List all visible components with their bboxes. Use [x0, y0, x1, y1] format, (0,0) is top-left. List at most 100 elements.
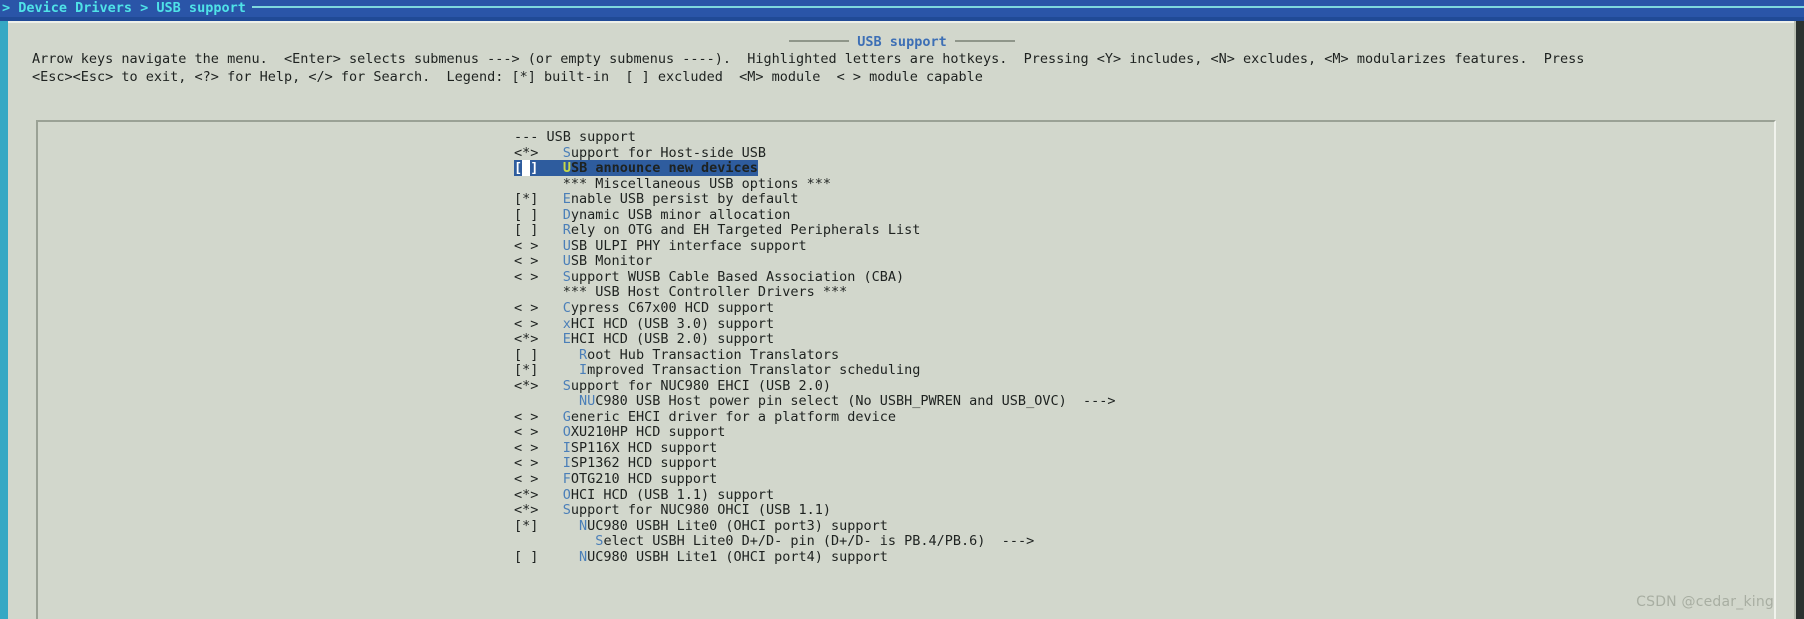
menu-item[interactable]: < > xHCI HCD (USB 3.0) support — [38, 315, 1774, 333]
menu-item-label: SB ULPI PHY interface support — [570, 237, 807, 254]
menu-item[interactable]: *** Miscellaneous USB options *** — [38, 176, 1774, 193]
menu-item-label: OTG210 HCD support — [570, 471, 718, 488]
menu-item[interactable]: < > FOTG210 HCD support — [38, 471, 1774, 488]
menu-item[interactable]: [ ] Dynamic USB minor allocation — [38, 206, 1774, 224]
menu-item[interactable]: < > Generic EHCI driver for a platform d… — [38, 408, 1774, 426]
menu-item-marker: < > — [514, 237, 539, 254]
menu-item-marker: < > — [514, 471, 539, 488]
menu-item[interactable]: [*] Enable USB persist by default — [38, 191, 1774, 208]
menu-item[interactable]: Select USBH Lite0 D+/D- pin (D+/D- is PB… — [38, 533, 1774, 550]
menu-item-hotkey: I — [562, 455, 571, 472]
menu-item-indent — [538, 471, 562, 487]
menu-box[interactable]: --- USB support <*> Support for Host-side… — [36, 120, 1776, 619]
menu-item-label: HCI HCD (USB 3.0) support — [570, 315, 775, 332]
menu-item[interactable]: [ ] Root Hub Transaction Translators — [38, 347, 1774, 364]
menu-item[interactable]: < > USB ULPI PHY interface support — [38, 237, 1774, 255]
menu-item-hotkey: N — [579, 517, 588, 534]
dialog-title-rule-left — [789, 39, 850, 42]
menu-item-hotkey: D — [562, 206, 571, 223]
help-line-2: <Esc><Esc> to exit, <?> for Help, </> fo… — [32, 68, 983, 85]
menu-item[interactable]: NUC980 USB Host power pin select (No USB… — [38, 394, 1774, 410]
menu-item-marker: --- — [514, 129, 547, 145]
menu-item-hotkey: I — [562, 439, 571, 456]
menu-item-highlight: [ ] USB announce new devices — [514, 160, 758, 177]
menu-item[interactable]: < > ISP116X HCD support — [38, 439, 1774, 457]
menu-item-marker: <*> — [514, 144, 539, 161]
menu-item-hotkey: G — [562, 408, 571, 425]
menu-item-marker: < > — [514, 424, 539, 441]
menu-item[interactable]: < > USB Monitor — [38, 254, 1774, 270]
menu-item-indent — [538, 176, 562, 192]
menu-item-indent — [538, 440, 562, 456]
menu-item-hotkey: U — [562, 160, 571, 177]
menu-item[interactable]: <*> Support for Host-side USB — [38, 144, 1774, 162]
menu-item-indent — [538, 533, 595, 549]
menu-item[interactable]: <*> OHCI HCD (USB 1.1) support — [38, 487, 1774, 504]
menu-item-indent — [538, 300, 562, 316]
menu-item-indent — [538, 409, 562, 425]
menu-item-hotkey: E — [562, 191, 571, 208]
menuconfig-screen: > Device Drivers > USB support USB suppo… — [0, 0, 1804, 619]
menu-item-hotkey: S — [562, 502, 571, 519]
menu-item[interactable]: [*] NUC980 USBH Lite0 (OHCI port3) suppo… — [38, 517, 1774, 535]
menu-item-hotkey: S — [562, 144, 571, 161]
menu-item[interactable]: [ ] Rely on OTG and EH Targeted Peripher… — [38, 223, 1774, 239]
menu-item-hotkey: x — [562, 315, 571, 332]
menu-item-marker: < > — [514, 315, 539, 332]
menu-item-marker: <*> — [514, 331, 539, 348]
menu-item-label: C980 USB Host power pin select (No USBH_… — [595, 393, 1116, 410]
menu-item[interactable]: <*> Support for NUC980 EHCI (USB 2.0) — [38, 378, 1774, 395]
titlebar-rule — [251, 5, 1804, 8]
menu-item-indent — [538, 378, 562, 394]
menu-item-label: nable USB persist by default — [570, 191, 799, 208]
menu-item-indent — [538, 316, 562, 332]
menu-item-marker: [ ] — [514, 548, 539, 565]
menu-item-label: *** USB Host Controller Drivers *** — [562, 284, 848, 301]
menu-item-indent — [538, 238, 562, 254]
menu-item-label: upport for NUC980 OHCI (USB 1.1) — [570, 502, 832, 519]
menu-item-label: ynamic USB minor allocation — [570, 206, 791, 223]
menu-item-indent — [538, 455, 562, 471]
menu-item-hotkey: U — [562, 253, 571, 270]
menu-item-label: elect USBH Lite0 D+/D- pin (D+/D- is PB.… — [603, 533, 1035, 550]
menu-item-label: UC980 USBH Lite1 (OHCI port4) support — [587, 548, 888, 565]
menu-item[interactable]: [*] Improved Transaction Translator sche… — [38, 362, 1774, 379]
menu-item-indent — [538, 393, 579, 409]
menu-item[interactable]: < > Cypress C67x00 HCD support — [38, 300, 1774, 317]
watermark: CSDN @cedar_king — [1636, 594, 1774, 611]
dialog-title-rule-right — [954, 39, 1015, 42]
menu-item-marker — [514, 176, 538, 192]
menu-item-label: XU210HP HCD support — [570, 424, 726, 441]
help-text: Arrow keys navigate the menu. <Enter> se… — [32, 51, 1792, 86]
menu-item-indent — [538, 518, 579, 534]
menu-item[interactable]: < > OXU210HP HCD support — [38, 425, 1774, 441]
menu-item-label: eneric EHCI driver for a platform device — [570, 408, 897, 425]
menu-item-label: mproved Transaction Translator schedulin… — [587, 362, 921, 379]
menu-item[interactable]: <*> EHCI HCD (USB 2.0) support — [38, 331, 1774, 348]
menu-item[interactable]: <*> Support for NUC980 OHCI (USB 1.1) — [38, 502, 1774, 519]
menu-item-selected[interactable]: [ ] USB announce new devices — [38, 160, 1774, 177]
menu-item-marker — [514, 533, 538, 549]
menu-item-indent — [538, 549, 579, 565]
menu-item-label: SB Monitor — [570, 253, 653, 270]
help-line-1: Arrow keys navigate the menu. <Enter> se… — [32, 51, 1585, 67]
menu-item[interactable]: --- USB support — [38, 129, 1774, 146]
menu-item-marker: < > — [514, 268, 539, 285]
menu-item[interactable]: *** USB Host Controller Drivers *** — [38, 285, 1774, 301]
menu-item-label: HCI HCD (USB 2.0) support — [570, 331, 775, 348]
menu-item-indent — [538, 284, 562, 300]
menu-item[interactable]: < > Support WUSB Cable Based Association… — [38, 268, 1774, 286]
menu-item-hotkey: E — [562, 331, 571, 348]
menu-list[interactable]: --- USB support <*> Support for Host-side… — [38, 129, 1774, 566]
menu-item-indent — [538, 207, 562, 223]
menu-item[interactable]: < > ISP1362 HCD support — [38, 456, 1774, 472]
left-gutter — [0, 21, 8, 619]
dialog-panel: USB support Arrow keys navigate the menu… — [8, 21, 1796, 619]
menu-item-hotkey: N — [579, 548, 588, 565]
menu-item-indent — [538, 269, 562, 285]
menu-item-indent — [538, 191, 562, 207]
menu-item-marker: < > — [514, 455, 539, 472]
menu-item[interactable]: [ ] NUC980 USBH Lite1 (OHCI port4) suppo… — [38, 548, 1774, 566]
menu-item-hotkey: F — [562, 471, 571, 488]
menu-item-indent — [538, 424, 562, 440]
